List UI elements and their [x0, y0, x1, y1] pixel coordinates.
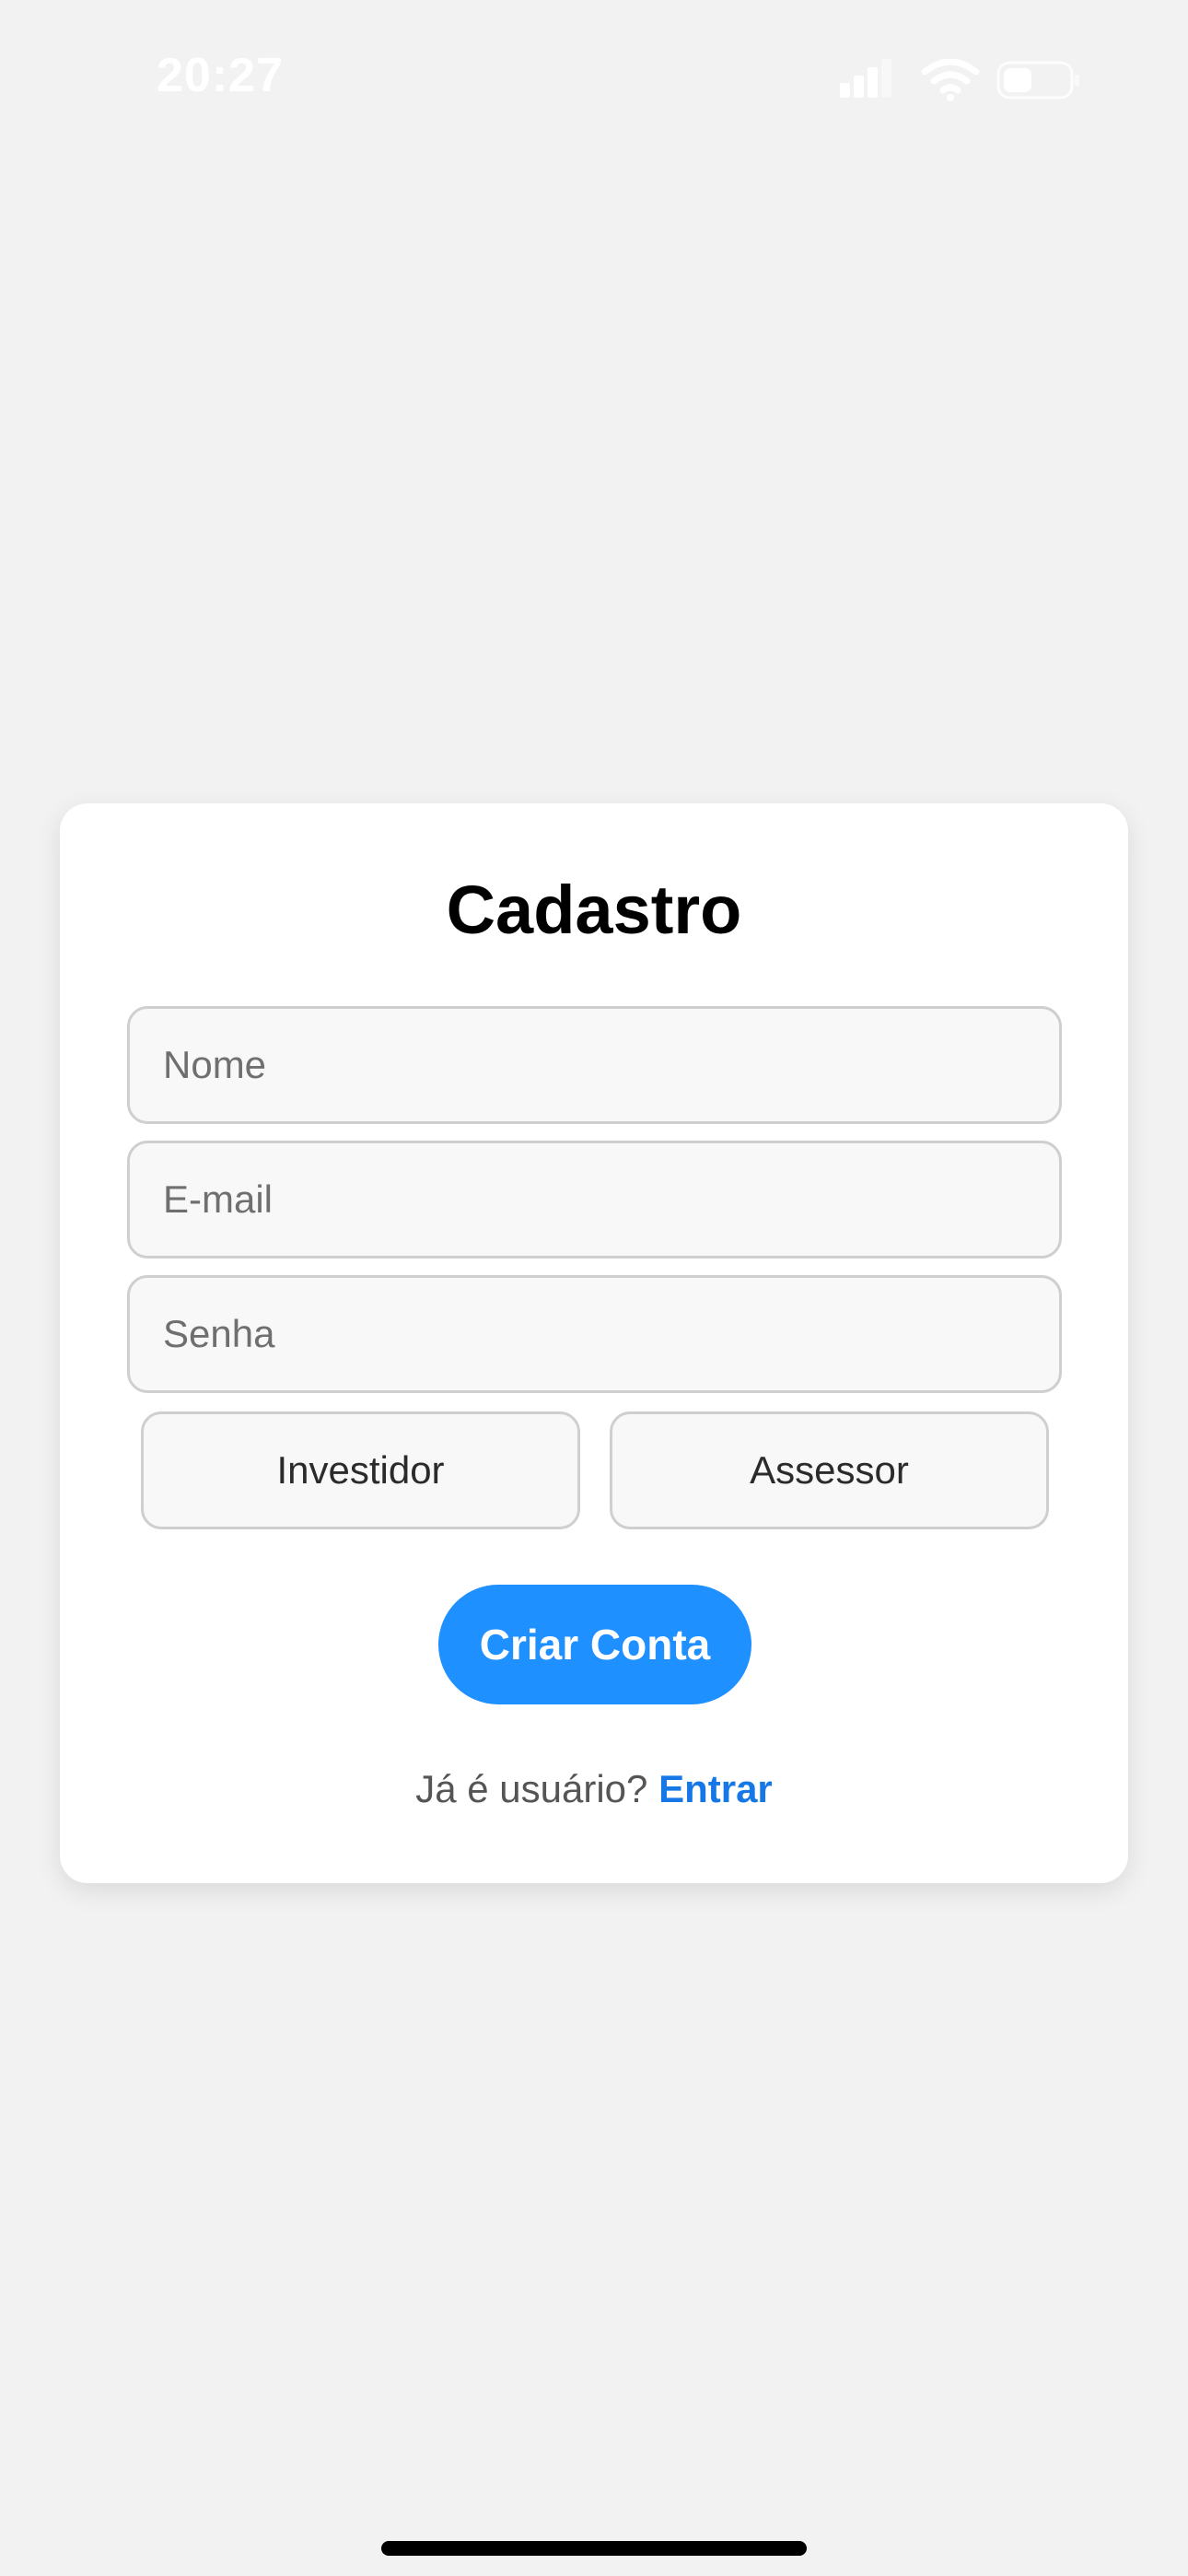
advisor-role-label: Assessor — [750, 1448, 909, 1492]
battery-icon — [996, 61, 1079, 100]
email-input[interactable] — [127, 1141, 1062, 1259]
cellular-signal-icon — [840, 59, 891, 98]
name-input[interactable] — [127, 1006, 1062, 1124]
password-input[interactable] — [127, 1275, 1062, 1393]
login-prompt-line: Já é usuário? Entrar — [60, 1767, 1128, 1811]
create-account-button[interactable]: Criar Conta — [438, 1585, 751, 1704]
status-time: 20:27 — [157, 49, 284, 102]
advisor-role-button[interactable]: Assessor — [610, 1411, 1049, 1529]
investor-role-label: Investidor — [276, 1448, 445, 1492]
status-icons — [840, 59, 1079, 101]
wifi-icon — [921, 59, 980, 101]
login-link[interactable]: Entrar — [658, 1767, 773, 1810]
status-bar: 20:27 — [0, 0, 1188, 157]
investor-role-button[interactable]: Investidor — [141, 1411, 580, 1529]
login-prompt-text: Já é usuário? — [415, 1767, 648, 1810]
page-title: Cadastro — [446, 872, 742, 948]
home-indicator — [381, 2541, 807, 2556]
signup-card: Cadastro Investidor Assessor Criar Conta… — [60, 803, 1128, 1883]
